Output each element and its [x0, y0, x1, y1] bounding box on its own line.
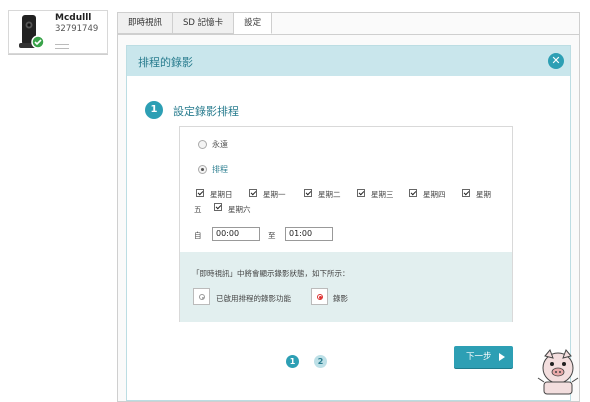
dialog-title: 排程的錄影: [138, 56, 193, 69]
checkbox-saturday[interactable]: [214, 203, 222, 211]
step-number: 1: [145, 101, 163, 119]
checkbox-wednesday-label: 星期三: [371, 190, 394, 199]
tab-live-video[interactable]: 即時視訊: [118, 13, 174, 34]
tab-settings[interactable]: 設定: [234, 13, 273, 34]
checkbox-thursday-label: 星期四: [423, 190, 446, 199]
checkbox-friday-label: 星期: [476, 190, 491, 199]
time-from-input[interactable]: 00:00: [212, 227, 260, 241]
next-button-label: 下一步: [466, 352, 492, 362]
divider: [8, 54, 108, 55]
close-button[interactable]: ✕: [548, 53, 564, 69]
time-to-label: 至: [268, 231, 276, 240]
checkbox-wednesday[interactable]: [357, 189, 365, 197]
play-arrow-icon: [499, 353, 505, 361]
checkbox-monday[interactable]: [249, 189, 257, 197]
time-from-label: 自: [194, 231, 202, 240]
checkbox-friday[interactable]: [462, 189, 470, 197]
drag-handle-icon[interactable]: [55, 44, 69, 49]
checkbox-sunday[interactable]: [196, 189, 204, 197]
radio-always-label: 永遠: [212, 140, 228, 149]
page-2-indicator[interactable]: 2: [314, 355, 327, 368]
device-id: 32791749: [55, 24, 99, 34]
mascot-pig-icon: [537, 349, 579, 395]
next-button[interactable]: 下一步: [454, 346, 513, 368]
checkbox-tuesday[interactable]: [304, 189, 312, 197]
schedule-dialog: 排程的錄影 ✕ 1 設定錄影排程 永遠 排程 星期日 星期一 星期二 星期三 星…: [126, 45, 571, 401]
device-name: Mcdulll: [55, 13, 92, 23]
checkbox-sunday-label: 星期日: [210, 190, 233, 199]
status-info-area: 「即時視訊」中將會顯示錄影狀態，如下所示： 已啟用排程的錄影功能 錄影: [180, 252, 512, 322]
radio-always[interactable]: [198, 140, 207, 149]
tab-divider: [118, 34, 579, 35]
tab-bar: 即時視訊 SD 記憶卡 設定: [118, 13, 273, 34]
recording-icon: [311, 288, 328, 305]
tab-sd-card[interactable]: SD 記憶卡: [173, 13, 235, 34]
checkbox-friday-label-wrap: 五: [194, 205, 202, 214]
page-1-indicator[interactable]: 1: [286, 355, 299, 368]
camera-thumbnail-icon: [19, 15, 45, 49]
checkbox-tuesday-label: 星期二: [318, 190, 341, 199]
step-title: 設定錄影排程: [173, 105, 239, 118]
recording-label: 錄影: [333, 294, 348, 303]
radio-schedule[interactable]: [198, 165, 207, 174]
checkbox-saturday-label: 星期六: [228, 205, 251, 214]
checkbox-thursday[interactable]: [409, 189, 417, 197]
radio-schedule-label: 排程: [212, 165, 228, 174]
dialog-header: 排程的錄影 ✕: [127, 46, 570, 76]
main-panel: 即時視訊 SD 記憶卡 設定 排程的錄影 ✕ 1 設定錄影排程 永遠 排程 星期…: [117, 12, 580, 402]
status-info-text: 「即時視訊」中將會顯示錄影狀態，如下所示：: [192, 269, 350, 278]
close-icon: ✕: [551, 54, 561, 67]
device-card[interactable]: Mcdulll 32791749: [8, 10, 108, 54]
schedule-form: 永遠 排程 星期日 星期一 星期二 星期三 星期四 星期 五 星期六 自 00:…: [179, 126, 513, 322]
schedule-enabled-label: 已啟用排程的錄影功能: [216, 294, 291, 303]
checkbox-monday-label: 星期一: [263, 190, 286, 199]
time-to-input[interactable]: 01:00: [285, 227, 333, 241]
schedule-enabled-icon: [193, 288, 210, 305]
